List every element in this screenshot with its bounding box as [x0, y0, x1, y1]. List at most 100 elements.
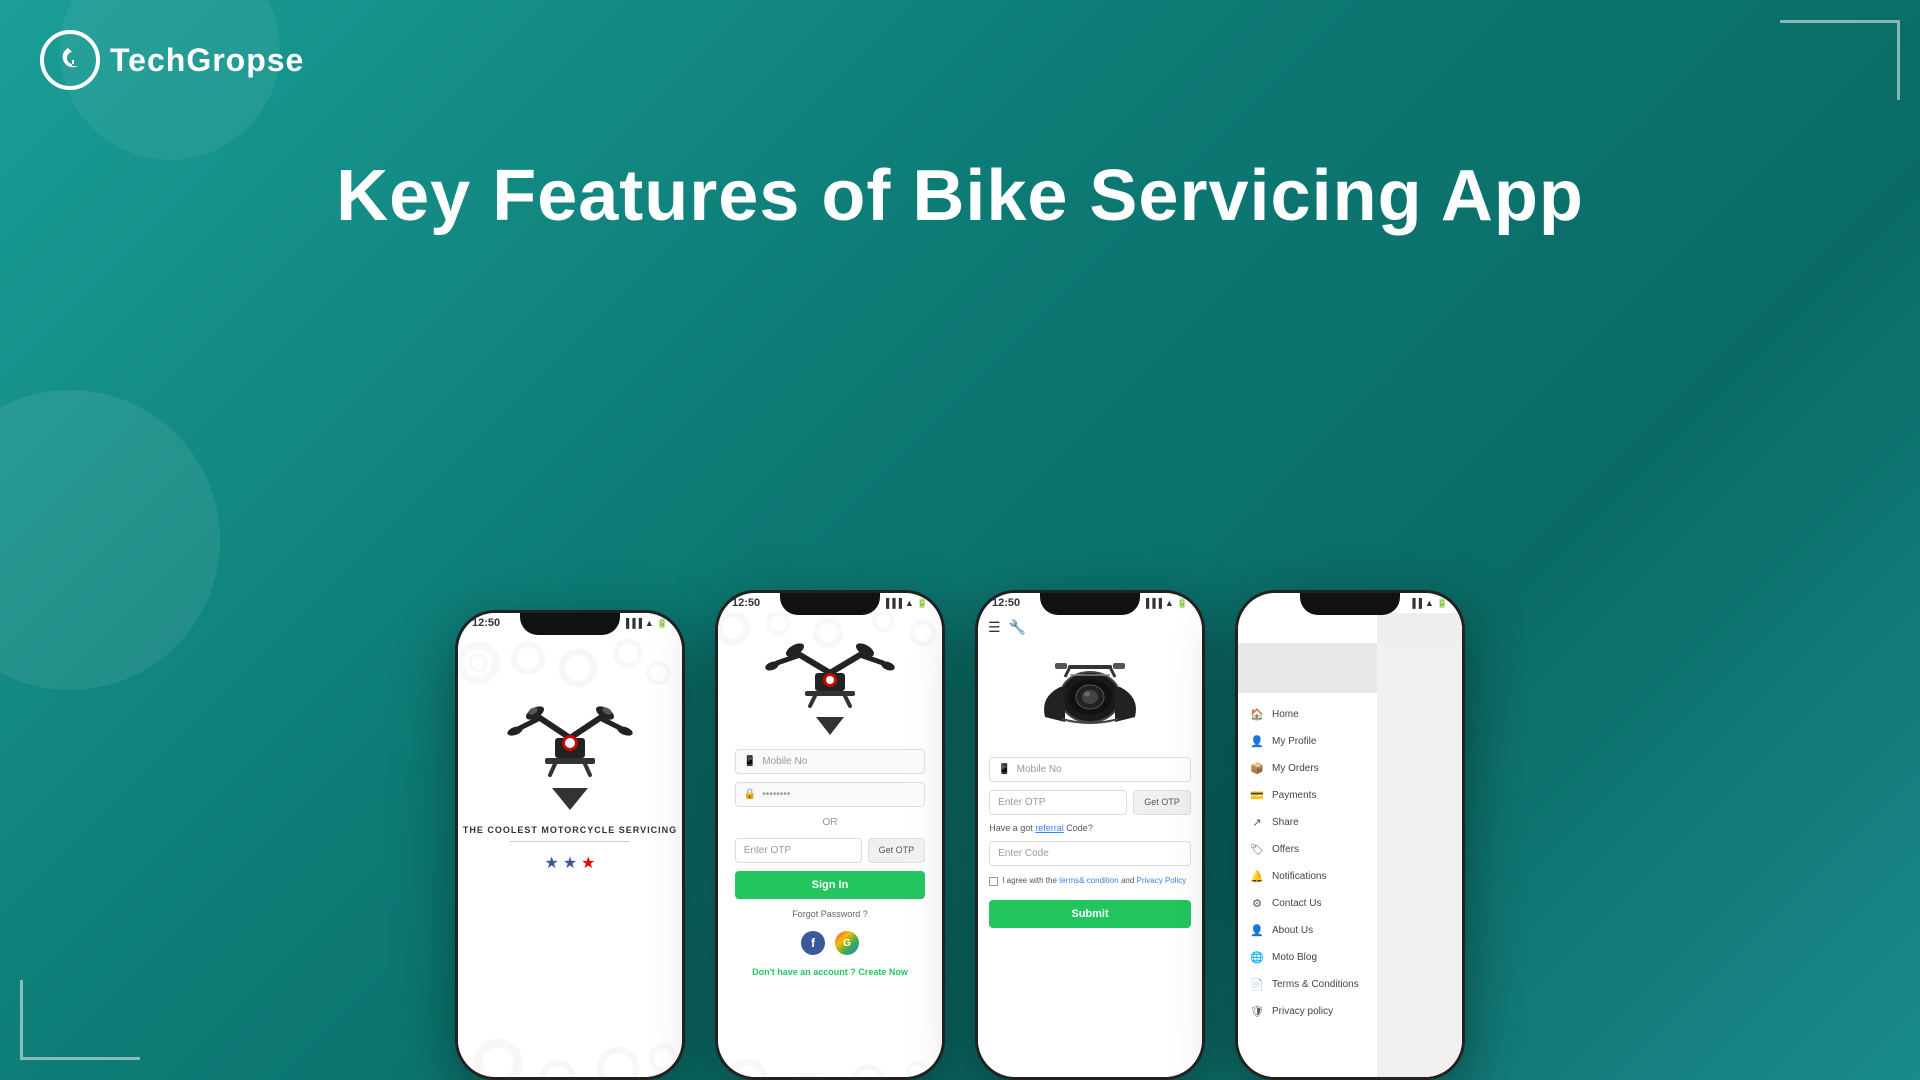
terms-row: I agree with the terms& condition and Pr…	[989, 876, 1191, 886]
status-icons-1: ▐▐▐ ▲ 🔋	[623, 618, 668, 629]
motorcycle-svg	[1010, 647, 1170, 747]
referral-code-input[interactable]: Enter Code	[989, 841, 1191, 866]
logo-g-icon	[40, 30, 100, 90]
notch-2	[780, 593, 880, 615]
menu-item-profile[interactable]: 👤 My Profile	[1238, 728, 1377, 755]
mobile-placeholder: Mobile No	[762, 756, 807, 767]
phone-splash: 12:50 ▐▐▐ ▲ 🔋	[455, 610, 685, 1080]
hamburger-icon[interactable]: ☰	[988, 619, 1001, 636]
menu-item-offers[interactable]: 🏷 Offers	[1238, 836, 1377, 863]
content-body	[1378, 643, 1462, 1077]
menu-label-payments: Payments	[1272, 790, 1316, 801]
terms-checkbox[interactable]	[989, 877, 998, 886]
lock-icon: 🔒	[744, 789, 756, 800]
privacy-link[interactable]: Privacy Policy	[1137, 876, 1187, 885]
blog-icon: 🌐	[1250, 951, 1264, 964]
social-icons: f G	[735, 931, 925, 955]
star-red: ★	[581, 853, 595, 873]
brand-name: TechGropse	[110, 42, 304, 79]
splash-bike-svg	[505, 693, 635, 783]
otp-input[interactable]: Enter OTP	[735, 838, 862, 863]
time-2: 12:50	[732, 597, 760, 609]
login-screen: 12:50 ▐▐▐ ▲ 🔋	[718, 593, 942, 1077]
create-now-link[interactable]: Create Now	[858, 967, 908, 977]
menu-label-home: Home	[1272, 709, 1299, 720]
menu-label-contact: Contact Us	[1272, 898, 1321, 909]
login-content: 📱 Mobile No 🔒 •••••••• OR Enter OTP Get …	[718, 613, 942, 1077]
menu-label-offers: Offers	[1272, 844, 1299, 855]
otp-row: Enter OTP Get OTP	[735, 838, 925, 863]
star-blue-2: ★	[563, 853, 577, 873]
menu-item-orders[interactable]: 📦 My Orders	[1238, 755, 1377, 782]
notch-1	[520, 613, 620, 635]
splash-tagline: THE COOLEST MOTORCYCLE SERVICING	[463, 825, 677, 835]
orders-icon: 📦	[1250, 762, 1264, 775]
contact-icon: ⚙	[1250, 897, 1264, 910]
get-otp-btn-2[interactable]: Get OTP	[1133, 790, 1191, 815]
menu-content: 🏠 Home 👤 My Profile 📦 My Orders 💳 Paymen…	[1238, 613, 1462, 1077]
menu-label-orders: My Orders	[1272, 763, 1319, 774]
submit-button[interactable]: Submit	[989, 900, 1191, 928]
notifications-icon: 🔔	[1250, 870, 1264, 883]
terms-link[interactable]: terms& condition	[1059, 876, 1119, 885]
menu-label-blog: Moto Blog	[1272, 952, 1317, 963]
menu-item-blog[interactable]: 🌐 Moto Blog	[1238, 944, 1377, 971]
phone-otp: 12:50 ▐▐▐ ▲ 🔋 ☰ 🔧	[975, 590, 1205, 1080]
status-icons-4: ▐▐ ▲ 🔋	[1409, 598, 1448, 609]
corner-decoration-bottom-left	[20, 980, 140, 1060]
get-otp-button[interactable]: Get OTP	[868, 838, 926, 863]
otp-enter-row: Enter OTP Get OTP	[989, 790, 1191, 815]
mobile-icon: 📱	[998, 764, 1010, 775]
brand-logo: TechGropse	[40, 30, 304, 90]
menu-screen: 12:50 ▐▐ ▲ 🔋 🏠 Home 👤	[1238, 593, 1462, 1077]
splash-logo	[505, 693, 635, 810]
create-account-row: Don't have an account ? Create Now	[735, 967, 925, 977]
notch-3	[1040, 593, 1140, 615]
otp-content: ☰ 🔧	[978, 613, 1202, 1077]
splash-divider	[510, 841, 630, 842]
forgot-password-link[interactable]: Forgot Password ?	[735, 909, 925, 919]
mobile-no-input[interactable]: 📱 Mobile No	[989, 757, 1191, 782]
referral-link[interactable]: referral	[1035, 823, 1064, 833]
phone-icon: 📱	[744, 756, 756, 767]
otp-topbar: ☰ 🔧	[978, 613, 1202, 642]
status-icons-2: ▐▐▐ ▲ 🔋	[883, 598, 928, 609]
menu-item-terms[interactable]: 📄 Terms & Conditions	[1238, 971, 1377, 998]
content-panel	[1378, 613, 1462, 1077]
menu-item-share[interactable]: ↗ Share	[1238, 809, 1377, 836]
phone-login: 12:50 ▐▐▐ ▲ 🔋	[715, 590, 945, 1080]
home-icon: 🏠	[1250, 708, 1264, 721]
menu-item-home[interactable]: 🏠 Home	[1238, 701, 1377, 728]
payments-icon: 💳	[1250, 789, 1264, 802]
otp-form: 📱 Mobile No Enter OTP Get OTP Have a got…	[989, 757, 1191, 928]
referral-label: Have a got referral Code?	[989, 823, 1191, 833]
menu-label-share: Share	[1272, 817, 1299, 828]
terms-icon: 📄	[1250, 978, 1264, 991]
privacy-icon: 🛡	[1250, 1005, 1264, 1018]
menu-item-privacy[interactable]: 🛡 Privacy policy	[1238, 998, 1377, 1025]
or-divider: OR	[735, 817, 925, 828]
menu-item-payments[interactable]: 💳 Payments	[1238, 782, 1377, 809]
menu-item-contact[interactable]: ⚙ Contact Us	[1238, 890, 1377, 917]
google-icon[interactable]: G	[835, 931, 859, 955]
otp-enter-input[interactable]: Enter OTP	[989, 790, 1127, 815]
password-input-row[interactable]: 🔒 ••••••••	[735, 782, 925, 807]
login-arrow	[816, 717, 844, 735]
status-icons-3: ▐▐▐ ▲ 🔋	[1143, 598, 1188, 609]
menu-item-notifications[interactable]: 🔔 Notifications	[1238, 863, 1377, 890]
signin-button[interactable]: Sign In	[735, 871, 925, 899]
content-header	[1378, 613, 1462, 643]
notch-4	[1300, 593, 1400, 615]
login-logo	[765, 633, 895, 735]
login-bike-svg	[765, 633, 895, 713]
share-icon: ↗	[1250, 816, 1264, 829]
star-blue-1: ★	[544, 853, 558, 873]
profile-icon: 👤	[1250, 735, 1264, 748]
menu-label-notifications: Notifications	[1272, 871, 1326, 882]
menu-item-about[interactable]: 👤 About Us	[1238, 917, 1377, 944]
phones-showcase: 12:50 ▐▐▐ ▲ 🔋	[455, 590, 1465, 1080]
facebook-icon[interactable]: f	[801, 931, 825, 955]
mobile-input-row[interactable]: 📱 Mobile No	[735, 749, 925, 774]
page-title: Key Features of Bike Servicing App	[0, 155, 1920, 237]
time-1: 12:50	[472, 617, 500, 629]
